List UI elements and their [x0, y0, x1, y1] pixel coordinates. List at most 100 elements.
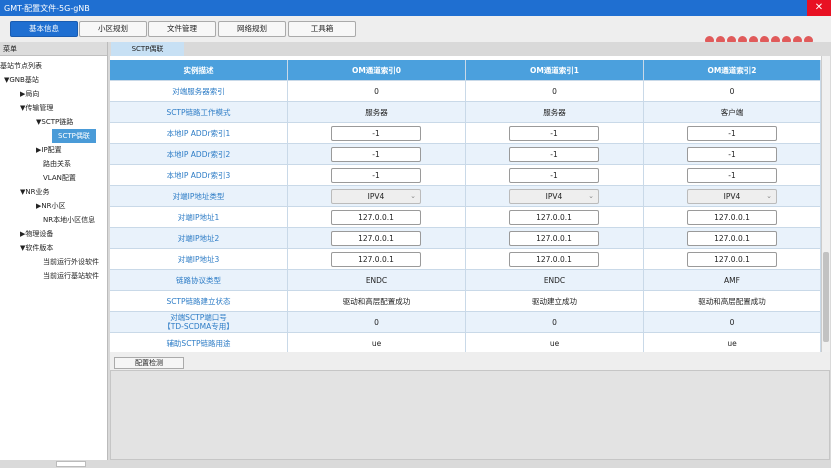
local-ip-index2-input[interactable]: -1	[331, 147, 421, 162]
tree-node-ip-config[interactable]: ▶IP配置	[36, 143, 62, 157]
row-label: 本地IP ADDr索引3	[110, 165, 288, 186]
table-cell: 127.0.0.1	[288, 207, 466, 228]
config-check-button[interactable]: 配置检测	[114, 357, 184, 369]
peer-ip2-input[interactable]: 127.0.0.1	[331, 231, 421, 246]
table-row: 链路协议类型 ENDC ENDC AMF	[110, 270, 821, 291]
table-cell: 驱动建立成功	[466, 291, 644, 312]
chevron-down-icon: ⌄	[588, 192, 594, 200]
table-cell: 驱动和高层配置成功	[288, 291, 466, 312]
peer-ip-type-select[interactable]: IPV4 ⌄	[331, 189, 421, 204]
table-row: 对端IP地址类型 IPV4 ⌄ IPV4 ⌄ IPV4 ⌄	[110, 186, 821, 207]
table-header-row: 实例描述 OM通道索引0 OM通道索引1 OM通道索引2	[110, 60, 821, 81]
peer-ip1-input[interactable]: 127.0.0.1	[687, 210, 777, 225]
tree-node-sctp-association[interactable]: SCTP偶联	[52, 129, 96, 143]
tree-node-direction[interactable]: ▶局向	[20, 87, 39, 101]
selected-value: IPV4	[545, 192, 563, 201]
peer-ip-type-select[interactable]: IPV4 ⌄	[687, 189, 777, 204]
row-label: 本地IP ADDr索引1	[110, 123, 288, 144]
chevron-down-icon: ⌄	[410, 192, 416, 200]
local-ip-index2-input[interactable]: -1	[509, 147, 599, 162]
local-ip-index1-input[interactable]: -1	[687, 126, 777, 141]
scrollbar-thumb[interactable]	[56, 461, 86, 467]
table-cell: -1	[288, 144, 466, 165]
peer-ip2-input[interactable]: 127.0.0.1	[509, 231, 599, 246]
local-ip-index1-input[interactable]: -1	[509, 126, 599, 141]
table-cell: 服务器	[288, 102, 466, 123]
scrollbar-thumb[interactable]	[823, 252, 829, 342]
table-cell: -1	[644, 144, 821, 165]
tab-sctp-association[interactable]: SCTP偶联	[111, 42, 184, 56]
column-header: OM通道索引0	[288, 60, 466, 81]
row-label: SCTP链路建立状态	[110, 291, 288, 312]
tree-node-transport[interactable]: ▼传输管理	[20, 101, 53, 115]
toolbox-button[interactable]: 工具箱	[288, 21, 356, 37]
column-header: 实例描述	[110, 60, 288, 81]
network-planning-button[interactable]: 网络规划	[218, 21, 286, 37]
local-ip-index3-input[interactable]: -1	[331, 168, 421, 183]
bottom-toolbar: 配置检测	[110, 352, 830, 370]
row-label: 对端SCTP端口号 【TD-SCDMA专用】	[110, 312, 288, 333]
window-title: GMT-配置文件-5G-gNB	[4, 4, 90, 13]
peer-ip-type-select[interactable]: IPV4 ⌄	[509, 189, 599, 204]
table-cell: 127.0.0.1	[644, 207, 821, 228]
file-management-button[interactable]: 文件管理	[148, 21, 216, 37]
table-row: 对端SCTP端口号 【TD-SCDMA专用】 0 0 0	[110, 312, 821, 333]
tree-node-sctp-link[interactable]: ▼SCTP链路	[36, 115, 73, 129]
row-label-line: 对端SCTP端口号	[170, 313, 227, 322]
table-cell: IPV4 ⌄	[288, 186, 466, 207]
table-cell: ue	[288, 333, 466, 352]
table-cell: -1	[466, 144, 644, 165]
horizontal-scrollbar[interactable]	[0, 460, 831, 468]
peer-ip3-input[interactable]: 127.0.0.1	[331, 252, 421, 267]
table-row: 辅助SCTP链路用途 ue ue ue	[110, 333, 821, 352]
table-cell: -1	[644, 165, 821, 186]
peer-ip1-input[interactable]: 127.0.0.1	[331, 210, 421, 225]
menu-header: 菜单	[0, 42, 107, 56]
local-ip-index1-input[interactable]: -1	[331, 126, 421, 141]
tree-node-software-version[interactable]: ▼软件版本	[20, 241, 53, 255]
tree-node-peripheral-software[interactable]: 当前运行外设软件	[43, 255, 108, 269]
table-cell: AMF	[644, 270, 821, 291]
column-header: OM通道索引2	[644, 60, 821, 81]
table-row: 对端IP地址2 127.0.0.1 127.0.0.1 127.0.0.1	[110, 228, 821, 249]
tree-node-route[interactable]: 路由关系	[43, 157, 71, 171]
tree-node-nr-service[interactable]: ▼NR业务	[20, 185, 49, 199]
tree-node-gnb[interactable]: ▼GNB基站	[4, 73, 39, 87]
peer-ip3-input[interactable]: 127.0.0.1	[509, 252, 599, 267]
tree-node-station-list[interactable]: 基站节点列表	[0, 59, 42, 73]
table-cell: 127.0.0.1	[466, 249, 644, 270]
table-row: 本地IP ADDr索引1 -1 -1 -1	[110, 123, 821, 144]
row-label: 对端IP地址类型	[110, 186, 288, 207]
cell-planning-button[interactable]: 小区规划	[79, 21, 147, 37]
row-label: 辅助SCTP链路用途	[110, 333, 288, 352]
tree-node-nr-local-cell[interactable]: NR本地小区信息	[43, 213, 95, 227]
local-ip-index3-input[interactable]: -1	[687, 168, 777, 183]
row-label: 对端IP地址1	[110, 207, 288, 228]
close-icon[interactable]: ✕	[807, 0, 831, 16]
row-label: 本地IP ADDr索引2	[110, 144, 288, 165]
tree-node-station-software[interactable]: 当前运行基站软件	[43, 269, 108, 283]
vertical-scrollbar[interactable]	[821, 56, 830, 352]
table-cell: 0	[288, 81, 466, 102]
local-ip-index2-input[interactable]: -1	[687, 147, 777, 162]
peer-ip3-input[interactable]: 127.0.0.1	[687, 252, 777, 267]
table-cell: ENDC	[288, 270, 466, 291]
table-row: 对端IP地址3 127.0.0.1 127.0.0.1 127.0.0.1	[110, 249, 821, 270]
peer-ip2-input[interactable]: 127.0.0.1	[687, 231, 777, 246]
tree-node-physical-device[interactable]: ▶物理设备	[20, 227, 53, 241]
table-cell: 127.0.0.1	[288, 228, 466, 249]
table-cell: 127.0.0.1	[644, 228, 821, 249]
row-label: 对端服务器索引	[110, 81, 288, 102]
menu-panel: 菜单 基站节点列表 ▼GNB基站 ▶局向 ▼传输管理 ▼SCTP链路 SCTP偶…	[0, 42, 108, 460]
local-ip-index3-input[interactable]: -1	[509, 168, 599, 183]
column-header: OM通道索引1	[466, 60, 644, 81]
table-cell: -1	[288, 165, 466, 186]
table-cell: 0	[644, 81, 821, 102]
peer-ip1-input[interactable]: 127.0.0.1	[509, 210, 599, 225]
basic-info-button[interactable]: 基本信息	[10, 21, 78, 37]
row-label: 对端IP地址2	[110, 228, 288, 249]
tree-node-vlan[interactable]: VLAN配置	[43, 171, 76, 185]
table-cell: 127.0.0.1	[288, 249, 466, 270]
table-row: SCTP链路工作模式 服务器 服务器 客户端	[110, 102, 821, 123]
tree-node-nr-cell[interactable]: ▶NR小区	[36, 199, 65, 213]
